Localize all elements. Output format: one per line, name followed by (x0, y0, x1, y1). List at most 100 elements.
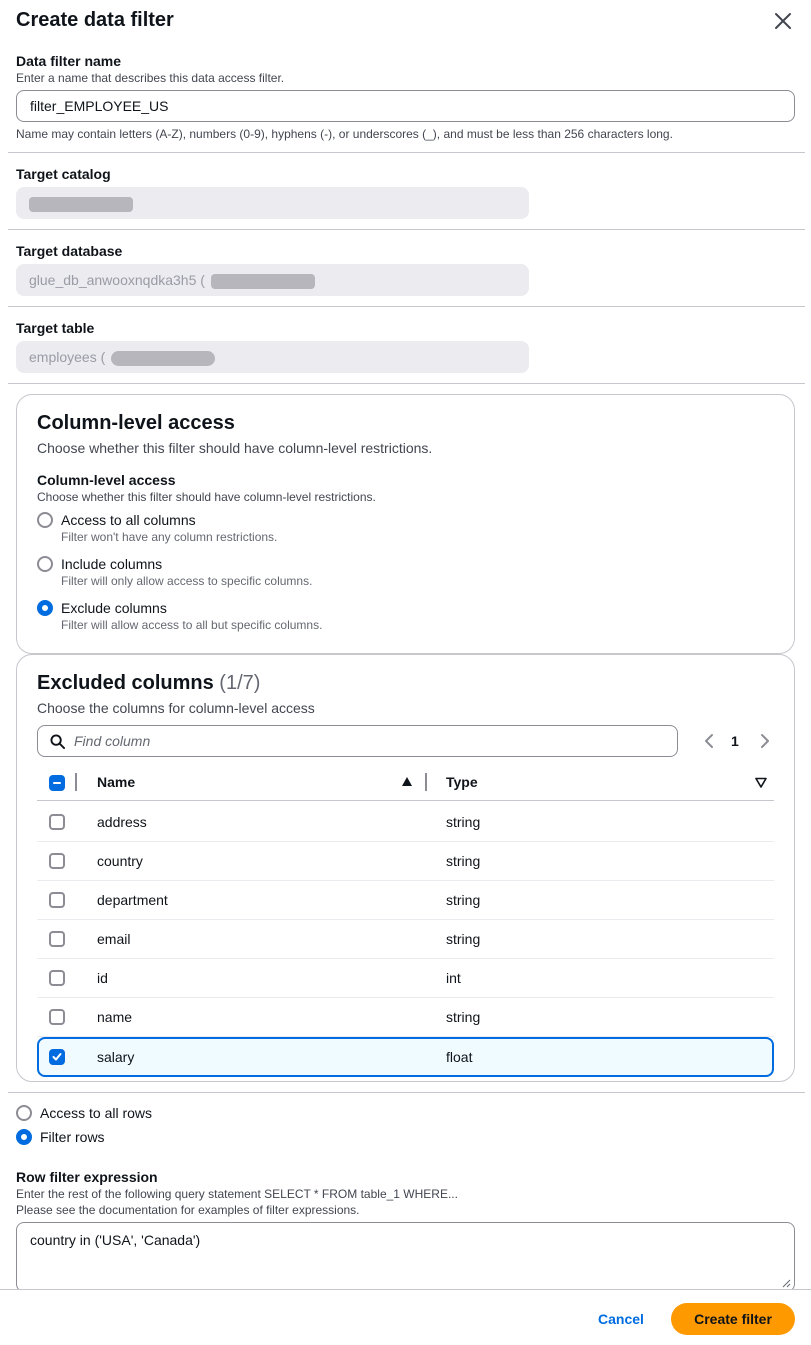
column-name-cell: department (97, 892, 168, 908)
resize-handle-icon[interactable] (782, 1279, 791, 1288)
divider (8, 229, 805, 230)
column-access-heading-desc: Choose whether this filter should have c… (37, 440, 433, 456)
target-catalog-field (16, 187, 529, 219)
row-checkbox[interactable] (49, 892, 65, 908)
chevron-right-icon[interactable] (759, 733, 771, 749)
column-type-cell: string (446, 814, 481, 830)
filter-name-input[interactable]: filter_EMPLOYEE_US (16, 90, 795, 122)
filter-name-label-text: Data filter name (16, 53, 122, 69)
radio-description: Filter will allow access to all but spec… (61, 618, 323, 632)
column-name-cell: name (97, 1009, 133, 1025)
column-separator (75, 773, 77, 791)
table-header: Name Type (37, 765, 774, 801)
excluded-columns-panel: Excluded columns (1/7) Choose the column… (16, 654, 795, 1082)
column-access-field-desc: Choose whether this filter should have c… (37, 490, 376, 504)
modal-header: Create data filter (16, 8, 798, 34)
row-checkbox[interactable] (49, 814, 65, 830)
divider (8, 383, 805, 384)
table-row[interactable]: country string (37, 842, 774, 881)
filter-name-label: Data filter name (16, 52, 121, 70)
radio-button[interactable] (37, 556, 53, 572)
row-filter-desc-1: Enter the rest of the following query st… (16, 1187, 458, 1201)
column-type-cell: float (446, 1049, 473, 1065)
column-access-field-label: Column-level access (37, 472, 176, 488)
divider (8, 152, 805, 153)
row-filter-label: Row filter expression (16, 1169, 158, 1185)
find-column-input[interactable] (74, 726, 664, 756)
name-column-header[interactable]: Name (97, 774, 135, 790)
column-access-heading: Column-level access (37, 412, 235, 434)
radio-description: Filter will only allow access to specifi… (61, 574, 313, 588)
radio-label: Access to all columns (61, 512, 196, 528)
checkmark-icon (52, 1053, 62, 1061)
target-table-label: Target table (16, 320, 95, 336)
column-name-cell: address (97, 814, 147, 830)
find-column-search[interactable] (37, 725, 678, 757)
radio-label: Include columns (61, 556, 163, 572)
minus-icon (53, 782, 61, 784)
filter-name-constraint: Name may contain letters (A-Z), numbers … (16, 127, 673, 141)
redacted-value (29, 196, 133, 212)
row-filter-desc-2: Please see the documentation for example… (16, 1203, 360, 1217)
target-catalog-label: Target catalog (16, 166, 111, 182)
table-row[interactable]: email string (37, 920, 774, 959)
filter-name-description: Enter a name that describes this data ac… (16, 71, 285, 85)
redacted-value (210, 273, 315, 289)
radio-description: Filter won't have any column restriction… (61, 530, 278, 544)
column-name-cell: id (97, 970, 108, 986)
row-filter-textarea[interactable]: country in ('USA', 'Canada') (16, 1222, 795, 1292)
column-type-cell: int (446, 970, 461, 986)
excluded-columns-heading: Excluded columns (1/7) (37, 671, 260, 695)
column-type-cell: string (446, 853, 481, 869)
radio-label: Exclude columns (61, 600, 167, 616)
sort-ascending-icon[interactable] (401, 776, 413, 788)
table-row-selected[interactable]: salary float (37, 1037, 774, 1077)
divider (8, 1092, 805, 1093)
target-table-value: employees ( (29, 349, 106, 365)
table-row[interactable]: address string (37, 803, 774, 842)
modal-title: Create data filter (16, 9, 174, 31)
column-name-cell: email (97, 931, 131, 947)
column-separator[interactable] (425, 773, 427, 791)
target-database-field: glue_db_anwooxnqdka3h5 ( (16, 264, 529, 296)
sort-descending-icon[interactable] (755, 777, 767, 788)
page-number[interactable]: 1 (731, 733, 739, 749)
table-row[interactable]: name string (37, 998, 774, 1037)
row-checkbox[interactable] (49, 931, 65, 947)
target-database-label: Target database (16, 243, 123, 259)
excluded-columns-title: Excluded columns (37, 672, 214, 694)
close-icon[interactable] (772, 10, 794, 32)
row-checkbox[interactable] (49, 1009, 65, 1025)
radio-label: Filter rows (40, 1129, 105, 1145)
radio-button[interactable] (16, 1105, 32, 1121)
target-table-field: employees ( (16, 341, 529, 373)
table-row[interactable]: id int (37, 959, 774, 998)
excluded-columns-description: Choose the columns for column-level acce… (37, 700, 315, 716)
column-type-cell: string (446, 1009, 481, 1025)
create-filter-button[interactable]: Create filter (671, 1303, 795, 1335)
excluded-columns-count: (1/7) (219, 672, 261, 694)
select-all-checkbox[interactable] (49, 775, 65, 791)
type-column-header[interactable]: Type (446, 774, 478, 790)
column-type-cell: string (446, 931, 481, 947)
radio-button[interactable] (37, 600, 53, 616)
column-name-cell: country (97, 853, 143, 869)
column-type-cell: string (446, 892, 481, 908)
row-checkbox[interactable] (49, 1049, 65, 1065)
modal-footer: Cancel Create filter (0, 1289, 811, 1345)
column-name-cell: salary (97, 1049, 135, 1065)
search-icon (50, 734, 65, 749)
table-row[interactable]: department string (37, 881, 774, 920)
column-level-access-panel: Column-level access Choose whether this … (16, 394, 795, 654)
radio-button[interactable] (16, 1129, 32, 1145)
radio-button[interactable] (37, 512, 53, 528)
divider (8, 306, 805, 307)
chevron-left-icon[interactable] (703, 733, 715, 749)
row-checkbox[interactable] (49, 970, 65, 986)
cancel-button[interactable]: Cancel (588, 1303, 654, 1335)
radio-label: Access to all rows (40, 1105, 153, 1121)
target-database-value: glue_db_anwooxnqdka3h5 ( (29, 272, 205, 288)
redacted-value (111, 350, 216, 366)
row-checkbox[interactable] (49, 853, 65, 869)
row-filter-value: country in ('USA', 'Canada') (30, 1232, 201, 1248)
